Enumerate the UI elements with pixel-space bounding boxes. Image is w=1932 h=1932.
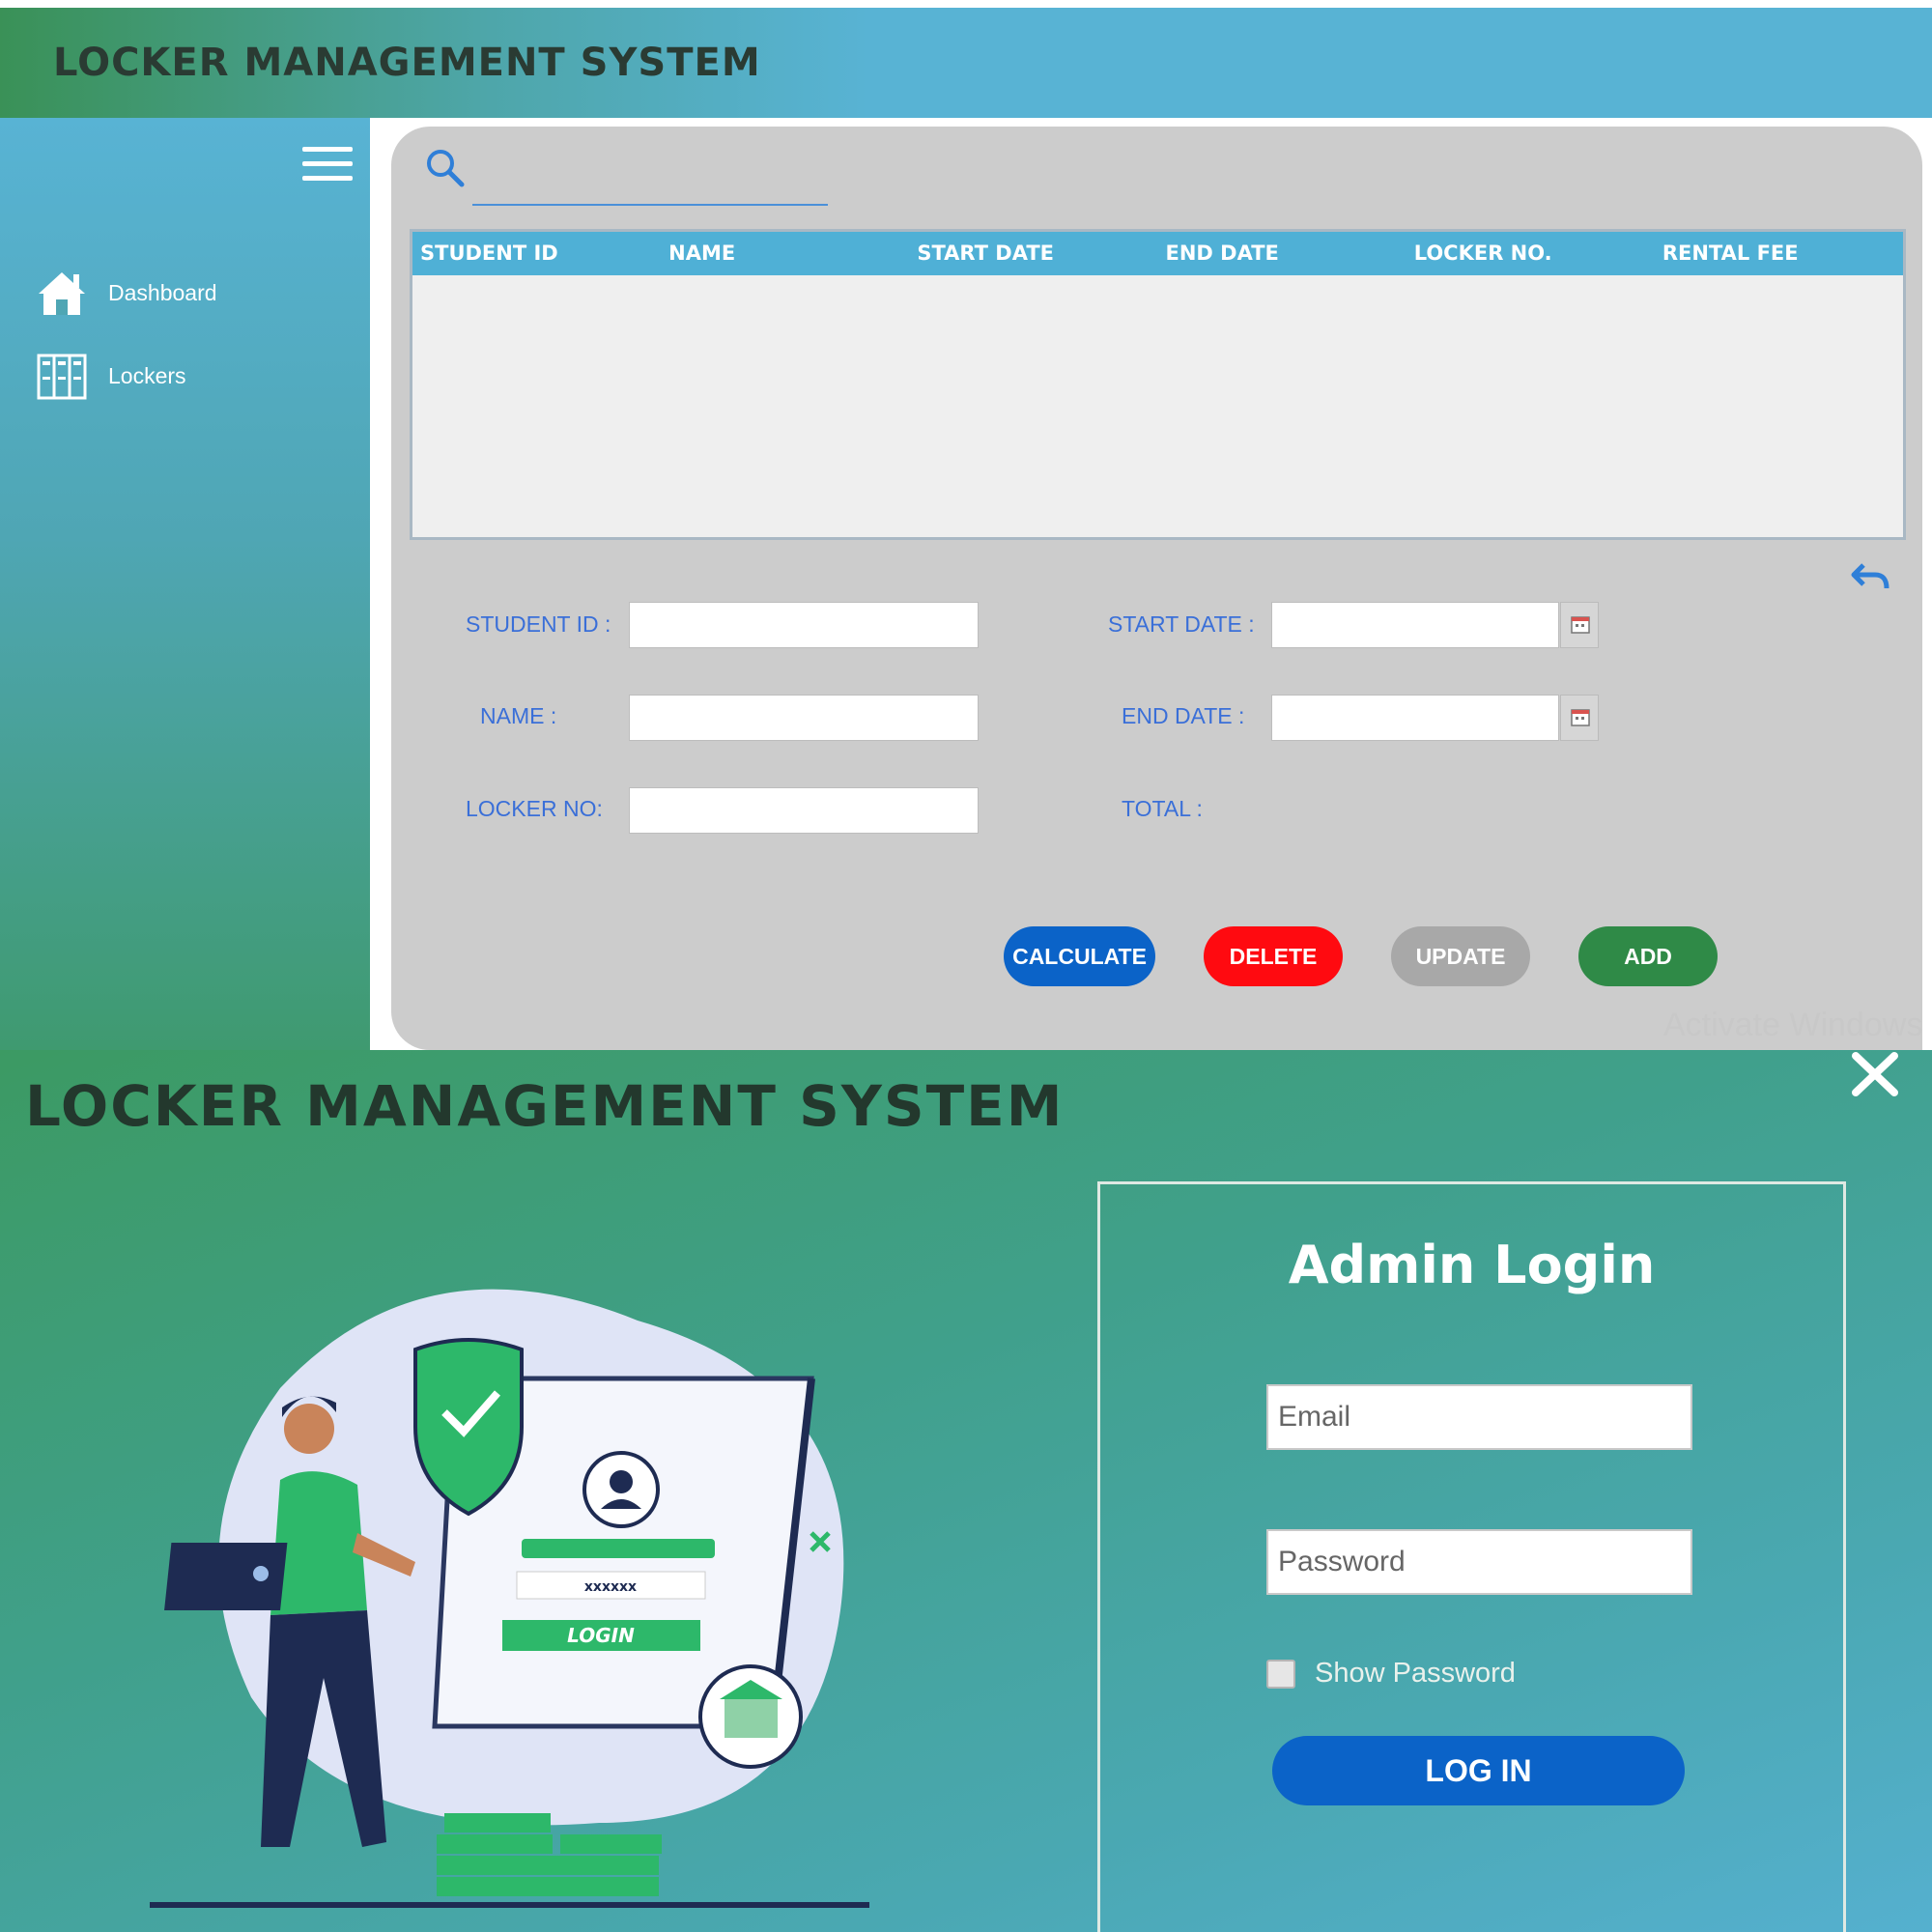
end-date-field[interactable] (1271, 695, 1559, 741)
calculate-button[interactable]: CALCULATE (1004, 926, 1155, 986)
sidebar-item-label: Dashboard (108, 279, 217, 305)
login-illustration: xxxxxx LOGIN (150, 1289, 869, 1908)
password-field[interactable] (1266, 1529, 1692, 1595)
undo-icon[interactable] (1850, 559, 1892, 594)
calendar-icon (1571, 616, 1590, 634)
home-icon (39, 272, 85, 315)
student-id-label: STUDENT ID : (466, 611, 611, 637)
student-id-field[interactable] (629, 602, 979, 648)
app-title: LOCKER MANAGEMENT SYSTEM (25, 1073, 1065, 1139)
lockers-icon (37, 354, 87, 400)
end-date-calendar-button[interactable] (1560, 695, 1599, 741)
login-button[interactable]: LOG IN (1272, 1736, 1685, 1805)
sidebar: Dashboard Lockers (0, 118, 370, 1050)
main-panel: STUDENT ID NAME START DATE END DATE LOCK… (391, 127, 1922, 1050)
login-heading: Admin Login (1288, 1235, 1656, 1295)
column-header[interactable]: NAME (661, 232, 909, 275)
name-field[interactable] (629, 695, 979, 741)
total-label: TOTAL : (1122, 796, 1203, 821)
sidebar-item-label: Lockers (108, 362, 186, 388)
show-password-checkbox[interactable] (1266, 1659, 1295, 1689)
column-header[interactable]: STUDENT ID (412, 232, 661, 275)
search-input[interactable] (472, 144, 828, 206)
top-strip (0, 0, 1932, 8)
login-form: Admin Login Show Password LOG IN (1097, 1181, 1846, 1932)
name-label: NAME : (480, 703, 557, 728)
locker-no-field[interactable] (629, 787, 979, 834)
show-password-label: Show Password (1315, 1658, 1516, 1689)
calendar-icon (1571, 709, 1590, 726)
start-date-field[interactable] (1271, 602, 1559, 648)
app-title: LOCKER MANAGEMENT SYSTEM (53, 41, 761, 85)
table-header: STUDENT ID NAME START DATE END DATE LOCK… (412, 232, 1903, 275)
close-icon[interactable] (1850, 1050, 1900, 1098)
column-header[interactable]: START DATE (909, 232, 1157, 275)
locker-no-label: LOCKER NO: (466, 796, 603, 821)
add-button[interactable]: ADD (1578, 926, 1718, 986)
sidebar-item-dashboard[interactable]: Dashboard (35, 267, 217, 319)
column-header[interactable]: RENTAL FEE (1655, 232, 1903, 275)
column-header[interactable]: END DATE (1158, 232, 1406, 275)
login-screen: LOCKER MANAGEMENT SYSTEM xxxxxx LOGIN Ad… (0, 1050, 1932, 1932)
update-button[interactable]: UPDATE (1391, 926, 1530, 986)
search-icon[interactable] (423, 146, 466, 188)
menu-icon[interactable] (302, 147, 355, 189)
sidebar-item-lockers[interactable]: Lockers (35, 350, 186, 402)
app-header: LOCKER MANAGEMENT SYSTEM (0, 8, 1932, 118)
start-date-label: START DATE : (1108, 611, 1255, 637)
password-mask: xxxxxx (584, 1579, 637, 1595)
delete-button[interactable]: DELETE (1204, 926, 1343, 986)
show-password-toggle[interactable]: Show Password (1266, 1658, 1516, 1690)
end-date-label: END DATE : (1122, 703, 1245, 728)
dashboard-screen: LOCKER MANAGEMENT SYSTEM Dashboard Locke… (0, 0, 1932, 1050)
illustration-login-label: LOGIN (567, 1624, 635, 1647)
column-header[interactable]: LOCKER NO. (1406, 232, 1655, 275)
start-date-calendar-button[interactable] (1560, 602, 1599, 648)
activate-windows-watermark: Activate Windows (1663, 1007, 1923, 1043)
records-table: STUDENT ID NAME START DATE END DATE LOCK… (410, 229, 1906, 540)
email-field[interactable] (1266, 1384, 1692, 1450)
